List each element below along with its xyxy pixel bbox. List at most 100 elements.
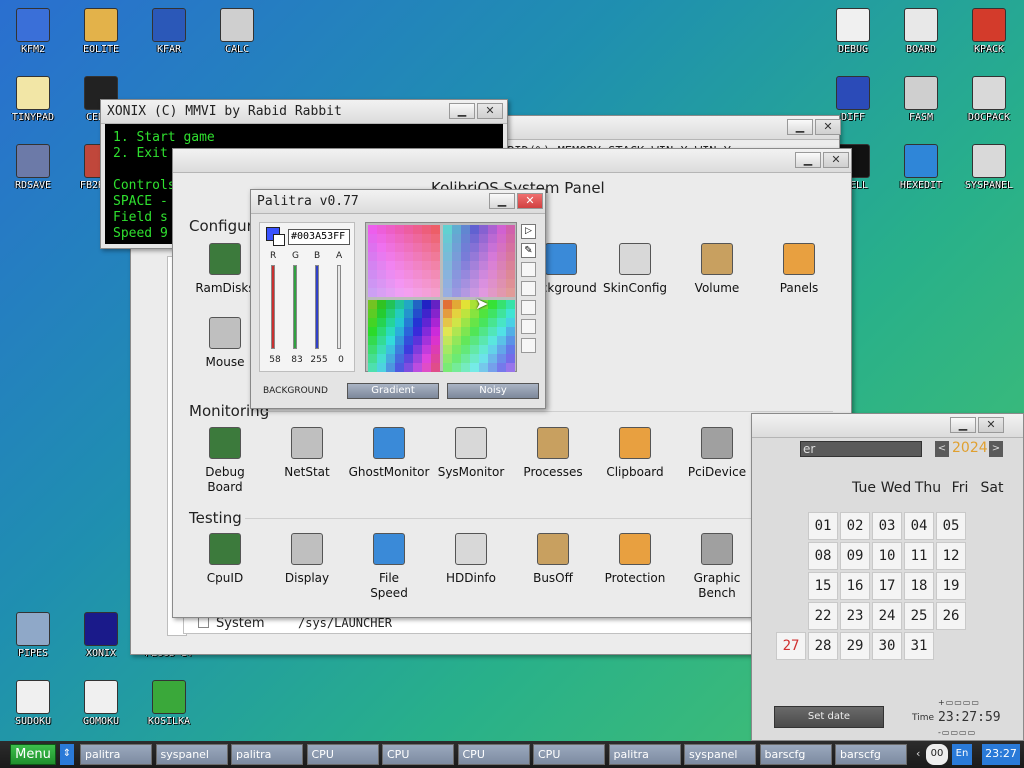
palette-swatch[interactable]	[470, 279, 479, 288]
palette-swatch[interactable]	[377, 345, 386, 354]
day-cell[interactable]: 15	[808, 572, 838, 600]
palette-swatch[interactable]	[422, 243, 431, 252]
palette-swatch[interactable]	[497, 252, 506, 261]
palette-swatch[interactable]	[431, 345, 440, 354]
next-year-button[interactable]: >	[989, 441, 1003, 457]
palette-swatch[interactable]	[506, 279, 515, 288]
palette-swatch[interactable]	[413, 225, 422, 234]
time-value[interactable]: 23:27:59	[938, 710, 1001, 725]
palette-swatch[interactable]	[413, 363, 422, 372]
palette-swatch[interactable]	[506, 309, 515, 318]
testing-item[interactable]: HDDinfo	[430, 533, 512, 586]
palette-swatch[interactable]	[377, 243, 386, 252]
minimize-button[interactable]: ▁	[489, 193, 515, 209]
palette-swatch[interactable]	[452, 261, 461, 270]
palette-swatch[interactable]	[488, 363, 497, 372]
testing-item[interactable]: Display	[266, 533, 348, 586]
palette-swatch[interactable]	[431, 270, 440, 279]
color-slot[interactable]	[521, 262, 536, 277]
palette-swatch[interactable]	[395, 336, 404, 345]
palette-swatch[interactable]	[506, 354, 515, 363]
palette-swatch[interactable]	[488, 243, 497, 252]
palette-swatch[interactable]	[452, 300, 461, 309]
day-cell[interactable]: 12	[936, 542, 966, 570]
palette-swatch[interactable]	[443, 300, 452, 309]
palette-swatch[interactable]	[422, 270, 431, 279]
task-button[interactable]: palitra	[231, 744, 303, 765]
palette-swatch[interactable]	[488, 288, 497, 297]
palette-swatch[interactable]	[452, 309, 461, 318]
palette-swatch[interactable]	[452, 318, 461, 327]
palette-swatch[interactable]	[497, 345, 506, 354]
palette-swatch[interactable]	[395, 354, 404, 363]
palette-swatch[interactable]	[404, 354, 413, 363]
palette-swatch[interactable]	[497, 327, 506, 336]
desktop-icon-kpack[interactable]: KPACK	[956, 0, 1022, 64]
time-spinners-bottom[interactable]: -▭▭▭▭	[938, 728, 976, 737]
palette-swatch[interactable]	[431, 300, 440, 309]
config-item[interactable]: Panels	[758, 243, 840, 296]
monitoring-item[interactable]: Processes	[512, 427, 594, 480]
palette-swatch[interactable]	[488, 345, 497, 354]
palette-swatch[interactable]	[461, 327, 470, 336]
palette-swatch[interactable]	[395, 243, 404, 252]
palette-swatch[interactable]	[431, 279, 440, 288]
day-cell[interactable]: 09	[840, 542, 870, 570]
palette-swatch[interactable]	[368, 279, 377, 288]
palette-swatch[interactable]	[452, 270, 461, 279]
palette-swatch[interactable]	[395, 234, 404, 243]
day-cell[interactable]: 24	[872, 602, 902, 630]
eyedropper-icon[interactable]: ✎	[521, 243, 536, 258]
palette-swatch[interactable]	[422, 300, 431, 309]
desktop-icon-kfar[interactable]: KFAR	[136, 0, 202, 64]
palette-swatch[interactable]	[443, 261, 452, 270]
palette-swatch[interactable]	[386, 234, 395, 243]
channel-slider[interactable]	[293, 265, 297, 349]
palette-swatch[interactable]	[404, 300, 413, 309]
palette-swatch[interactable]	[479, 234, 488, 243]
palette-swatch[interactable]	[506, 243, 515, 252]
palette-swatch[interactable]	[404, 225, 413, 234]
desktop-icon-debug[interactable]: DEBUG	[820, 0, 886, 64]
task-button[interactable]: palitra	[80, 744, 152, 765]
palette-swatch[interactable]	[368, 363, 377, 372]
color-slot[interactable]	[521, 319, 536, 334]
palette-swatch[interactable]	[386, 345, 395, 354]
palette-swatch[interactable]	[395, 309, 404, 318]
day-cell[interactable]: 25	[904, 602, 934, 630]
palette-swatch[interactable]	[506, 261, 515, 270]
palette-swatch[interactable]	[470, 363, 479, 372]
palette-swatch[interactable]	[506, 318, 515, 327]
desktop-icon-board[interactable]: BOARD	[888, 0, 954, 64]
palette-swatch[interactable]	[368, 318, 377, 327]
palette-swatch[interactable]	[422, 309, 431, 318]
palette-swatch[interactable]	[443, 279, 452, 288]
palette-swatch[interactable]	[452, 354, 461, 363]
palette-swatch[interactable]	[377, 336, 386, 345]
palette-swatch[interactable]	[395, 327, 404, 336]
palette-swatch[interactable]	[479, 225, 488, 234]
day-cell[interactable]: 18	[904, 572, 934, 600]
desktop-icon-tinypad[interactable]: TINYPAD	[0, 68, 66, 132]
palette-swatch[interactable]	[413, 279, 422, 288]
palette-swatch[interactable]	[368, 234, 377, 243]
palette-swatch[interactable]	[386, 327, 395, 336]
day-cell[interactable]: 02	[840, 512, 870, 540]
minimize-button[interactable]: ▁	[787, 119, 813, 135]
palette-swatch[interactable]	[368, 243, 377, 252]
palette-swatch[interactable]	[497, 279, 506, 288]
palette-swatch[interactable]	[422, 363, 431, 372]
palette-swatch[interactable]	[452, 327, 461, 336]
palette-swatch[interactable]	[488, 279, 497, 288]
palette-swatch[interactable]	[386, 252, 395, 261]
palette-swatch[interactable]	[395, 261, 404, 270]
palette-swatch[interactable]	[443, 243, 452, 252]
palette-swatch[interactable]	[488, 309, 497, 318]
palette-swatch[interactable]	[488, 261, 497, 270]
palette-swatch[interactable]	[452, 363, 461, 372]
desktop-icon-eolite[interactable]: EOLITE	[68, 0, 134, 64]
palette-swatch[interactable]	[488, 270, 497, 279]
palette-swatch[interactable]	[479, 318, 488, 327]
palette-swatch[interactable]	[470, 345, 479, 354]
palette-swatch[interactable]	[422, 354, 431, 363]
